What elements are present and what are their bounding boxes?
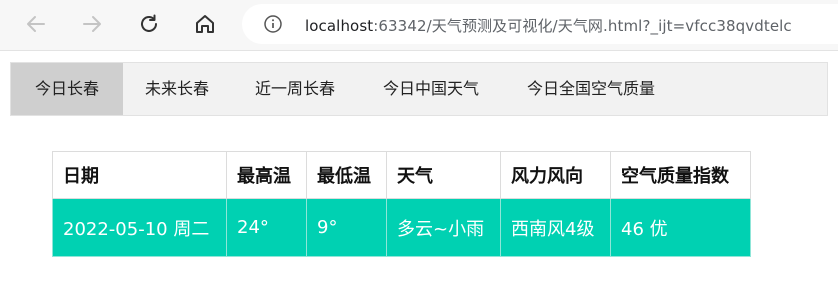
forward-button[interactable] <box>76 8 108 40</box>
table-row: 2022-05-10 周二 24° 9° 多云~小雨 西南风4级 46 优 <box>52 198 751 257</box>
url-text[interactable]: localhost:63342/天气预测及可视化/天气网.html?_ijt=v… <box>305 15 792 36</box>
back-button[interactable] <box>20 8 52 40</box>
home-icon <box>196 15 214 33</box>
cell-aqi: 46 优 <box>610 198 751 257</box>
tab-today-changchun[interactable]: 今日长春 <box>11 63 123 115</box>
header-low-temp: 最低温 <box>306 151 387 199</box>
tab-bar: 今日长春 未来长春 近一周长春 今日中国天气 今日全国空气质量 <box>10 62 828 116</box>
home-button[interactable] <box>189 8 221 40</box>
header-wind: 风力风向 <box>500 151 611 199</box>
address-bar[interactable]: localhost:63342/天气预测及可视化/天气网.html?_ijt=v… <box>242 4 838 44</box>
table-header-row: 日期 最高温 最低温 天气 风力风向 空气质量指数 <box>52 151 751 199</box>
forward-arrow-icon <box>83 16 101 32</box>
reload-button[interactable] <box>133 8 165 40</box>
back-arrow-icon <box>27 16 45 32</box>
header-weather: 天气 <box>386 151 501 199</box>
browser-toolbar: localhost:63342/天气预测及可视化/天气网.html?_ijt=v… <box>0 0 838 51</box>
header-high-temp: 最高温 <box>226 151 307 199</box>
info-icon[interactable] <box>264 15 282 33</box>
url-host: localhost <box>305 17 374 35</box>
cell-weather: 多云~小雨 <box>386 198 501 257</box>
cell-high-temp: 24° <box>226 198 307 257</box>
tab-national-air-quality[interactable]: 今日全国空气质量 <box>503 63 679 115</box>
tab-china-weather[interactable]: 今日中国天气 <box>359 63 503 115</box>
url-path: :63342/天气预测及可视化/天气网.html?_ijt=vfcc38qvdt… <box>373 17 792 35</box>
tab-week-changchun[interactable]: 近一周长春 <box>231 63 359 115</box>
cell-low-temp: 9° <box>306 198 387 257</box>
cell-date: 2022-05-10 周二 <box>52 198 227 257</box>
cell-wind: 西南风4级 <box>500 198 611 257</box>
header-aqi: 空气质量指数 <box>610 151 751 199</box>
header-date: 日期 <box>52 151 227 199</box>
tab-future-changchun[interactable]: 未来长春 <box>123 63 231 115</box>
reload-icon <box>141 14 157 32</box>
weather-table: 日期 最高温 最低温 天气 风力风向 空气质量指数 2022-05-10 周二 … <box>52 151 751 257</box>
